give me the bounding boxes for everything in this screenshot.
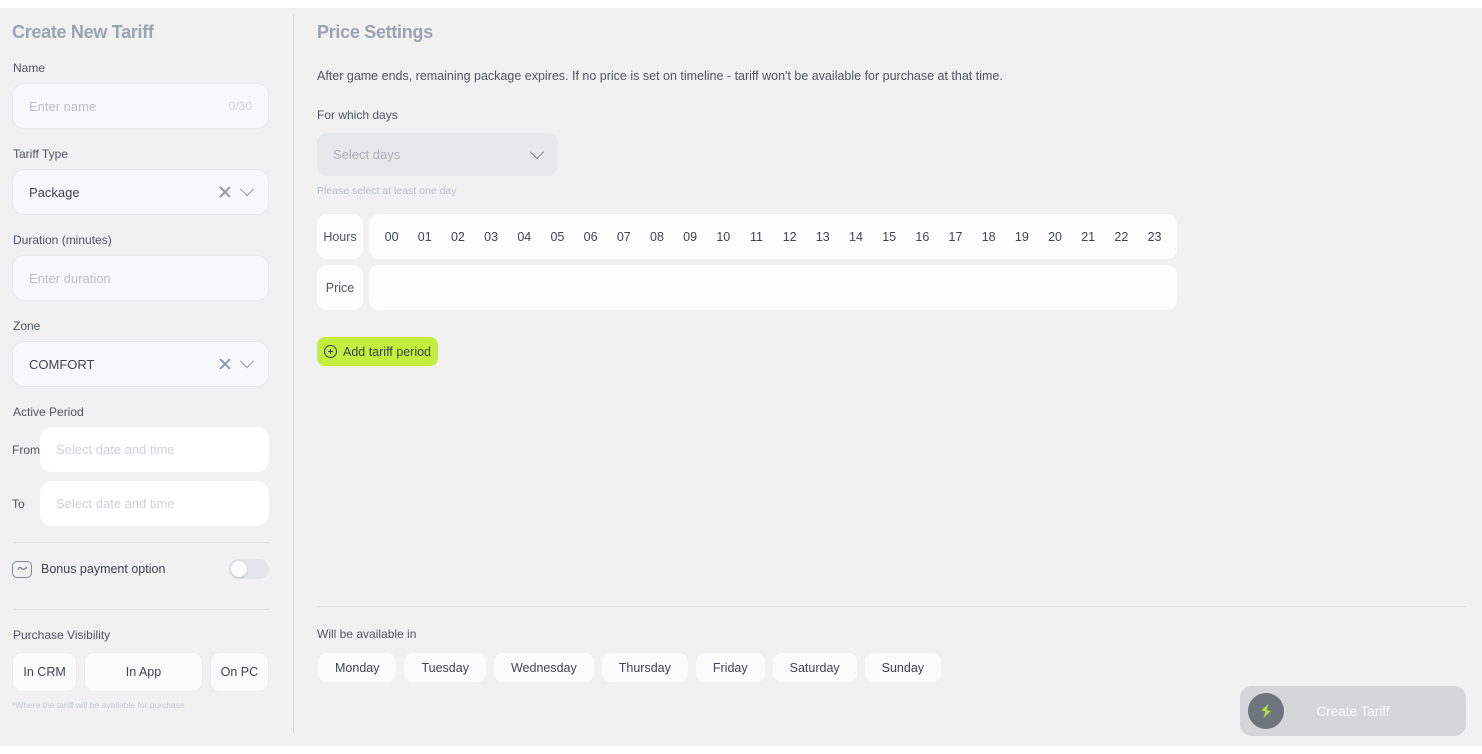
weekday-button[interactable]: Monday bbox=[317, 652, 397, 683]
to-datetime-input[interactable] bbox=[56, 496, 253, 511]
chevron-down-icon bbox=[240, 354, 254, 368]
tariff-type-label: Tariff Type bbox=[13, 147, 269, 161]
name-label: Name bbox=[13, 61, 269, 75]
hours-timeline[interactable]: 0001020304050607080910111213141516171819… bbox=[369, 214, 1177, 259]
name-field-box: 0/30 bbox=[12, 83, 269, 129]
duration-field-box bbox=[12, 255, 269, 301]
on-pc-button[interactable]: On PC bbox=[210, 652, 269, 692]
hour-cell[interactable]: 21 bbox=[1072, 230, 1105, 244]
create-tariff-label: Create Tariff bbox=[1240, 686, 1466, 736]
create-tariff-button[interactable]: Create Tariff bbox=[1240, 686, 1466, 736]
active-period-to-row: To bbox=[12, 481, 269, 526]
chevron-down-icon bbox=[240, 182, 254, 196]
hour-cell[interactable]: 15 bbox=[873, 230, 906, 244]
availability-label: Will be available in bbox=[317, 627, 1466, 641]
hour-cell[interactable]: 07 bbox=[607, 230, 640, 244]
from-datetime-input[interactable] bbox=[56, 442, 253, 457]
hour-cell[interactable]: 10 bbox=[707, 230, 740, 244]
purchase-visibility-hint: *Where the tariff will be available for … bbox=[12, 700, 269, 710]
divider bbox=[317, 606, 1466, 607]
divider bbox=[13, 542, 269, 543]
for-which-days-label: For which days bbox=[317, 108, 1466, 122]
name-char-counter: 0/30 bbox=[229, 99, 252, 113]
tariff-page: Create New Tariff Name 0/30 Tariff Type … bbox=[0, 8, 1482, 746]
zone-value: COMFORT bbox=[29, 357, 218, 372]
hour-cell[interactable]: 08 bbox=[640, 230, 673, 244]
create-tariff-panel: Create New Tariff Name 0/30 Tariff Type … bbox=[0, 8, 293, 746]
hour-cell[interactable]: 11 bbox=[740, 230, 773, 244]
weekday-button[interactable]: Thursday bbox=[601, 652, 689, 683]
clear-icon[interactable] bbox=[218, 357, 232, 371]
toggle-knob bbox=[231, 561, 247, 577]
weekday-button[interactable]: Sunday bbox=[864, 652, 942, 683]
weekday-button[interactable]: Friday bbox=[695, 652, 766, 683]
hour-cell[interactable]: 20 bbox=[1038, 230, 1071, 244]
hour-cell[interactable]: 06 bbox=[574, 230, 607, 244]
from-field-box bbox=[40, 427, 269, 472]
plus-circle-icon bbox=[324, 345, 337, 358]
duration-input[interactable] bbox=[29, 271, 252, 286]
hour-cell[interactable]: 12 bbox=[773, 230, 806, 244]
weekday-button[interactable]: Wednesday bbox=[493, 652, 595, 683]
name-input[interactable] bbox=[29, 99, 221, 114]
in-app-button[interactable]: In App bbox=[84, 652, 203, 692]
price-timeline[interactable] bbox=[369, 265, 1177, 310]
hour-cell[interactable]: 02 bbox=[441, 230, 474, 244]
hour-cell[interactable]: 04 bbox=[508, 230, 541, 244]
purchase-visibility-label: Purchase Visibility bbox=[13, 628, 269, 642]
select-days-placeholder: Select days bbox=[333, 147, 532, 162]
chevron-down-icon bbox=[530, 145, 544, 159]
hour-cell[interactable]: 01 bbox=[408, 230, 441, 244]
hour-cell[interactable]: 22 bbox=[1105, 230, 1138, 244]
divider bbox=[13, 609, 269, 610]
tariff-type-select[interactable]: Package bbox=[12, 169, 269, 215]
price-row-label: Price bbox=[317, 265, 363, 310]
add-tariff-period-button[interactable]: Add tariff period bbox=[317, 337, 438, 366]
add-tariff-period-label: Add tariff period bbox=[343, 345, 431, 359]
page-title: Price Settings bbox=[317, 22, 1466, 43]
active-period-from-row: From bbox=[12, 427, 269, 472]
select-days-dropdown[interactable]: Select days bbox=[317, 133, 558, 176]
zone-select[interactable]: COMFORT bbox=[12, 341, 269, 387]
hour-cell[interactable]: 03 bbox=[475, 230, 508, 244]
hour-cell[interactable]: 00 bbox=[375, 230, 408, 244]
tariff-type-value: Package bbox=[29, 185, 218, 200]
bonus-payment-label: Bonus payment option bbox=[41, 562, 229, 576]
in-crm-button[interactable]: In CRM bbox=[12, 652, 77, 692]
clear-icon[interactable] bbox=[218, 185, 232, 199]
to-field-box bbox=[40, 481, 269, 526]
hours-row-label: Hours bbox=[317, 214, 363, 259]
from-label: From bbox=[12, 443, 40, 457]
hour-cell[interactable]: 23 bbox=[1138, 230, 1171, 244]
bonus-payment-row: Bonus payment option bbox=[12, 545, 269, 593]
weekday-button[interactable]: Saturday bbox=[772, 652, 858, 683]
hour-cell[interactable]: 05 bbox=[541, 230, 574, 244]
hour-cell[interactable]: 09 bbox=[674, 230, 707, 244]
duration-label: Duration (minutes) bbox=[13, 233, 269, 247]
hour-cell[interactable]: 16 bbox=[906, 230, 939, 244]
price-settings-description: After game ends, remaining package expir… bbox=[317, 69, 1466, 83]
price-row: Price bbox=[317, 265, 1466, 310]
purchase-visibility-options: In CRM In App On PC bbox=[12, 652, 269, 692]
hour-cell[interactable]: 19 bbox=[1005, 230, 1038, 244]
weekday-buttons: MondayTuesdayWednesdayThursdayFridaySatu… bbox=[317, 652, 1466, 683]
hour-cell[interactable]: 13 bbox=[806, 230, 839, 244]
to-label: To bbox=[12, 497, 40, 511]
select-days-hint: Please select at least one day bbox=[317, 185, 1466, 197]
active-period-label: Active Period bbox=[13, 405, 269, 419]
bonus-payment-toggle[interactable] bbox=[229, 559, 269, 579]
weekday-button[interactable]: Tuesday bbox=[403, 652, 486, 683]
bonus-coin-icon bbox=[12, 561, 32, 578]
hour-cell[interactable]: 18 bbox=[972, 230, 1005, 244]
panel-title: Create New Tariff bbox=[12, 22, 269, 43]
price-settings-panel: Price Settings After game ends, remainin… bbox=[317, 8, 1466, 746]
hour-cell[interactable]: 14 bbox=[839, 230, 872, 244]
hour-cell[interactable]: 17 bbox=[939, 230, 972, 244]
panel-divider bbox=[293, 15, 294, 733]
hours-row: Hours 0001020304050607080910111213141516… bbox=[317, 214, 1466, 259]
zone-label: Zone bbox=[13, 319, 269, 333]
